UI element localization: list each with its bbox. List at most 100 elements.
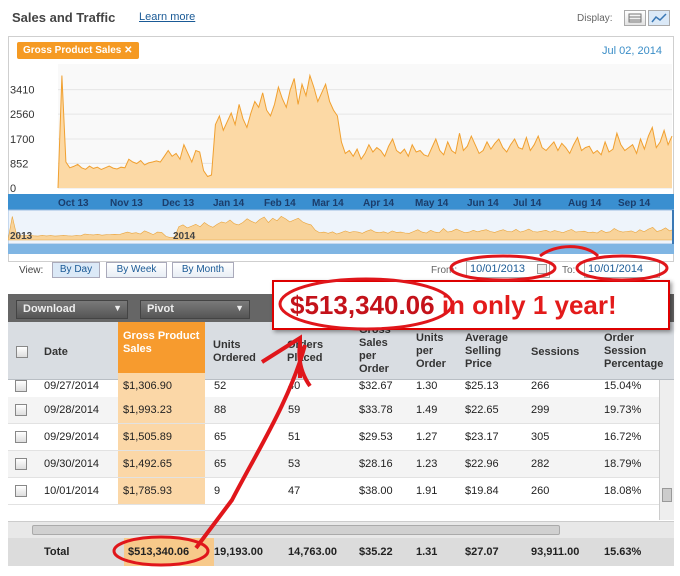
cell-date: 09/27/2014 (44, 380, 100, 392)
scroll-thumb[interactable] (662, 488, 672, 502)
table-view-button[interactable] (624, 10, 646, 26)
x-tick-label: Nov 13 (110, 198, 143, 209)
metric-tag-label: Gross Product Sales (23, 45, 122, 56)
sales-chart[interactable]: 3410 2560 1700 852 0 Oct 13 Nov 13 Dec 13 Jan 14… (8, 58, 674, 262)
row-checkbox[interactable] (15, 485, 27, 497)
to-date-input[interactable]: 10/01/2014 (584, 261, 660, 278)
to-label: To: (562, 265, 576, 276)
cell-sessions: 260 (531, 485, 550, 497)
scroll-thumb[interactable] (32, 525, 560, 535)
total-orders-placed: 14,763.00 (288, 546, 337, 558)
table-icon (628, 13, 642, 23)
cell-units-per-order: 1.30 (416, 380, 438, 392)
cell-gross-product-sales: $1,785.93 (118, 478, 205, 504)
total-order-session-percentage: 15.63% (604, 546, 642, 558)
calendar-icon[interactable] (537, 264, 547, 274)
cell-orders-placed: 47 (288, 485, 301, 497)
table-row[interactable]: 09/28/2014 $1,993.23 88 59 $33.78 1.49 $… (8, 397, 660, 424)
x-tick-label: Sep 14 (618, 198, 651, 209)
col-order-session-percentage[interactable]: Order Session Percentage (604, 332, 674, 371)
horizontal-scrollbar[interactable] (8, 521, 674, 538)
cell-orders-placed: 51 (288, 431, 301, 443)
cell-gross-sales-per-order: $29.53 (359, 431, 393, 443)
col-gross-sales-per-order[interactable]: Gross Sales per Order (359, 324, 403, 376)
cell-order-session-percentage: 19.73% (604, 404, 642, 416)
cell-units-ordered: 65 (214, 458, 227, 470)
total-units-per-order: 1.31 (416, 546, 438, 558)
total-gross-sales-per-order: $35.22 (359, 546, 393, 558)
close-icon[interactable]: ✕ (124, 45, 132, 56)
navigator-handle (672, 210, 674, 244)
y-tick-label: 2560 (10, 109, 34, 121)
cell-orders-placed: 40 (288, 380, 301, 392)
cell-average-selling-price: $22.65 (465, 404, 499, 416)
total-row: Total $513,340.06 19,193.00 14,763.00 $3… (8, 538, 674, 566)
x-tick-label: Feb 14 (264, 198, 296, 209)
by-month-button[interactable]: By Month (172, 262, 234, 278)
vertical-scrollbar[interactable] (659, 380, 674, 520)
row-checkbox[interactable] (15, 404, 27, 416)
from-date-input[interactable]: 10/01/2013 (466, 261, 550, 278)
cell-gross-sales-per-order: $38.00 (359, 485, 393, 497)
by-week-button[interactable]: By Week (106, 262, 167, 278)
table-row[interactable]: 10/01/2014 $1,785.93 9 47 $38.00 1.91 $1… (8, 478, 660, 505)
cell-units-per-order: 1.91 (416, 485, 438, 497)
cell-units-per-order: 1.27 (416, 431, 438, 443)
total-average-selling-price: $27.07 (465, 546, 499, 558)
y-tick-label: 3410 (10, 85, 34, 97)
by-day-button[interactable]: By Day (52, 262, 100, 278)
total-label: Total (44, 546, 70, 558)
metric-tag[interactable]: Gross Product Sales ✕ (17, 42, 139, 59)
download-dropdown[interactable]: Download ▼ (16, 300, 128, 319)
col-orders-placed[interactable]: Orders Placed (287, 339, 337, 365)
to-date-value: 10/01/2014 (588, 263, 644, 275)
cell-gross-sales-per-order: $28.16 (359, 458, 393, 470)
cell-units-ordered: 65 (214, 431, 227, 443)
select-all-checkbox[interactable] (16, 346, 28, 358)
navigator-scrollbar (8, 244, 674, 254)
annotation-amount: $513,340.06 (290, 290, 435, 320)
cell-gross-product-sales: $1,993.23 (118, 397, 205, 423)
x-tick-label: Apr 14 (363, 198, 395, 209)
navigator-label-2013: 2013 (10, 231, 33, 242)
cell-units-ordered: 52 (214, 380, 227, 392)
table-row[interactable]: 09/27/2014 $1,306.90 52 40 $32.67 1.30 $… (8, 373, 660, 400)
y-tick-label: 852 (10, 158, 28, 170)
cell-date: 10/01/2014 (44, 485, 100, 497)
cell-units-per-order: 1.49 (416, 404, 438, 416)
cell-units-ordered: 88 (214, 404, 227, 416)
cell-gross-sales-per-order: $33.78 (359, 404, 393, 416)
col-date[interactable]: Date (44, 346, 68, 359)
row-checkbox[interactable] (15, 380, 27, 392)
x-tick-label: Aug 14 (568, 198, 602, 209)
pivot-dropdown[interactable]: Pivot ▼ (140, 300, 250, 319)
from-date-value: 10/01/2013 (470, 263, 526, 275)
chart-view-button[interactable] (648, 10, 670, 26)
annotation-text: $513,340.06 in only 1 year! (290, 290, 617, 321)
cell-gross-product-sales: $1,505.89 (118, 424, 205, 450)
cell-orders-placed: 59 (288, 404, 301, 416)
chart-icon (651, 13, 667, 23)
x-tick-label: Oct 13 (58, 198, 89, 209)
cell-gross-product-sales: $1,492.65 (118, 451, 205, 477)
col-sessions[interactable]: Sessions (531, 346, 579, 359)
col-average-selling-price[interactable]: Average Selling Price (465, 332, 525, 371)
col-units-per-order[interactable]: Units per Order (416, 332, 452, 371)
col-units-ordered[interactable]: Units Ordered (213, 339, 263, 365)
row-checkbox[interactable] (15, 458, 27, 470)
y-tick-label: 1700 (10, 134, 34, 146)
row-checkbox[interactable] (15, 431, 27, 443)
table-row[interactable]: 09/30/2014 $1,492.65 65 53 $28.16 1.23 $… (8, 451, 660, 478)
cell-date: 09/30/2014 (44, 458, 100, 470)
annotation-callout: $513,340.06 in only 1 year! (272, 280, 670, 330)
cell-average-selling-price: $25.13 (465, 380, 499, 392)
table-row[interactable]: 09/29/2014 $1,505.89 65 51 $29.53 1.27 $… (8, 424, 660, 451)
col-gross-product-sales[interactable]: Gross Product Sales (118, 322, 205, 380)
cell-order-session-percentage: 15.04% (604, 380, 642, 392)
cell-sessions: 266 (531, 380, 550, 392)
cell-sessions: 305 (531, 431, 550, 443)
x-tick-label: Mar 14 (312, 198, 344, 209)
cell-order-session-percentage: 16.72% (604, 431, 642, 443)
pivot-label: Pivot (147, 303, 174, 315)
learn-more-link[interactable]: Learn more (139, 11, 195, 23)
